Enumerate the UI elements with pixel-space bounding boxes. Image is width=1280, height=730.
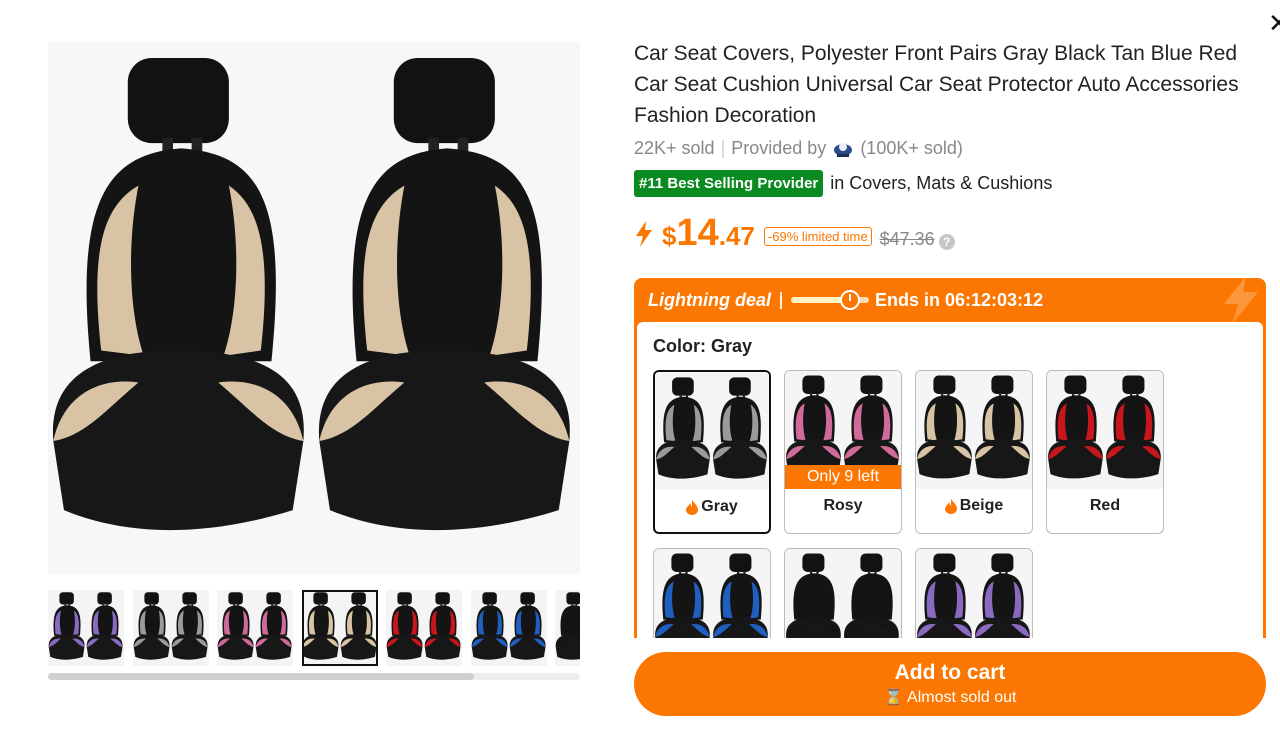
add-to-cart-button[interactable]: Add to cart ⌛ Almost sold out <box>634 652 1266 716</box>
thumbnail-image <box>133 592 208 660</box>
provider-sold-count: (100K+ sold) <box>860 138 963 158</box>
thumbnail-image <box>48 592 123 660</box>
product-title: Car Seat Covers, Polyester Front Pairs G… <box>634 42 1239 127</box>
price-decimal: .47 <box>718 221 755 251</box>
thumbnail-scrollbar[interactable] <box>48 673 580 680</box>
color-option-image <box>916 549 1032 638</box>
thumbnail[interactable] <box>470 590 547 666</box>
deal-body: Color: Gray Gray Only 9 left Rosy Beige Red <box>637 322 1263 638</box>
almost-sold-out-label: ⌛ Almost sold out <box>883 689 1017 706</box>
thumbnail-image <box>302 592 377 660</box>
best-selling-badge[interactable]: #11 Best Selling Provider <box>634 170 824 197</box>
deal-title: Lightning deal <box>648 289 771 310</box>
deal-header: Lightning deal Ends in 06:12:03:12 <box>634 278 1266 324</box>
flame-icon <box>944 498 957 514</box>
question-icon[interactable]: ? <box>938 234 955 250</box>
stock-banner: Only 9 left <box>785 465 901 489</box>
color-option-image <box>1047 371 1163 489</box>
color-option-image <box>916 371 1032 489</box>
sold-count: 22K+ sold <box>634 138 715 158</box>
color-option-image <box>785 549 901 638</box>
discount-tag: -69% limited time <box>763 227 872 246</box>
original-price: $47.36 <box>879 229 935 249</box>
thumbnail[interactable] <box>132 590 209 666</box>
lightning-bolt-icon <box>634 220 654 247</box>
divider <box>780 291 782 309</box>
thumbnail[interactable] <box>48 590 124 666</box>
color-label: Color: Gray <box>653 336 753 356</box>
ranking-row: #11 Best Selling Provider in Covers, Mat… <box>634 170 1052 197</box>
seat-pair-image <box>52 57 570 531</box>
scrollbar-thumb[interactable] <box>48 673 474 680</box>
provided-by-label: Provided by <box>731 138 827 158</box>
lightning-deal-panel: Lightning deal Ends in 06:12:03:12 Color… <box>634 278 1266 638</box>
color-option-image <box>655 372 769 490</box>
sales-info: 22K+ sold | Provided by (100K+ sold) <box>634 138 963 159</box>
color-option[interactable]: Red <box>1046 370 1164 534</box>
color-option[interactable]: Gray <box>653 370 771 534</box>
price-currency: $ <box>662 221 677 251</box>
color-option-label: Rosy <box>823 497 863 514</box>
color-option[interactable] <box>784 548 902 638</box>
price-integer: 14 <box>676 212 719 254</box>
main-product-image[interactable] <box>48 42 580 574</box>
thumbnail-image <box>555 592 580 660</box>
clock-icon <box>839 290 860 310</box>
color-option-label: Gray <box>655 498 769 516</box>
thumbnail[interactable] <box>217 590 293 666</box>
thumbnail-image <box>471 592 546 660</box>
color-option-label: Red <box>1089 497 1121 514</box>
deal-countdown: Ends in 06:12:03:12 <box>875 289 1044 310</box>
thumbnail-image <box>217 592 292 660</box>
thumbnail[interactable] <box>386 590 462 666</box>
thumbnail[interactable] <box>555 590 580 666</box>
color-option[interactable]: Beige <box>915 370 1033 534</box>
lightning-bolt-icon <box>1224 278 1258 324</box>
deal-progress-bar <box>791 290 869 310</box>
thumbnail-strip <box>48 590 580 666</box>
color-option[interactable] <box>653 548 771 638</box>
color-option[interactable] <box>915 548 1033 638</box>
provider-logo-icon[interactable] <box>832 140 854 158</box>
price-row: $ 14 .47 -69% limited time $47.36 ? <box>634 212 955 255</box>
close-icon[interactable]: ✕ <box>1268 10 1280 38</box>
thumbnail-image <box>386 592 461 660</box>
rank-category[interactable]: in Covers, Mats & Cushions <box>830 173 1052 194</box>
color-option[interactable]: Only 9 left Rosy <box>784 370 902 534</box>
divider: | <box>720 138 726 158</box>
thumbnail[interactable] <box>301 590 378 666</box>
color-option-label: Beige <box>916 497 1032 515</box>
flame-icon <box>686 499 699 515</box>
color-option-image <box>654 549 770 638</box>
add-to-cart-label: Add to cart <box>894 661 1006 684</box>
